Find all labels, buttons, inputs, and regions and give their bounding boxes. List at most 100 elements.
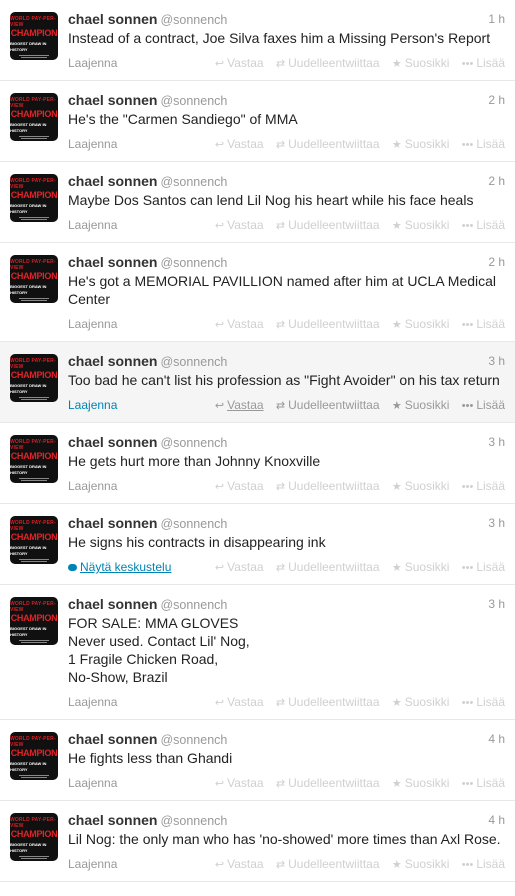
retweet-button[interactable]: ⇄ Uudelleentwiittaa bbox=[276, 397, 380, 414]
reply-button[interactable]: ↩ Vastaa bbox=[215, 136, 264, 153]
more-button[interactable]: ••• Lisää bbox=[462, 559, 505, 576]
more-button[interactable]: ••• Lisää bbox=[462, 217, 505, 234]
more-button[interactable]: ••• Lisää bbox=[462, 397, 505, 414]
expand-link[interactable]: Laajenna bbox=[68, 218, 117, 232]
more-button[interactable]: ••• Lisää bbox=[462, 316, 505, 333]
expand-link[interactable]: Laajenna bbox=[68, 857, 117, 871]
favorite-button[interactable]: ★ Suosikki bbox=[392, 559, 450, 576]
retweet-button[interactable]: ⇄ Uudelleentwiittaa bbox=[276, 136, 380, 153]
tweet-timestamp[interactable]: 2 h bbox=[488, 91, 505, 109]
tweet[interactable]: WORLD PAY-PER-VIEW CHAMPION BIGGEST DRAW… bbox=[0, 720, 515, 801]
reply-button[interactable]: ↩ Vastaa bbox=[215, 694, 264, 711]
tweet[interactable]: WORLD PAY-PER-VIEW CHAMPION BIGGEST DRAW… bbox=[0, 342, 515, 423]
user-handle[interactable]: @sonnench bbox=[160, 517, 227, 531]
retweet-button[interactable]: ⇄ Uudelleentwiittaa bbox=[276, 775, 380, 792]
favorite-button[interactable]: ★ Suosikki bbox=[392, 478, 450, 495]
more-button[interactable]: ••• Lisää bbox=[462, 136, 505, 153]
tweet-timestamp[interactable]: 3 h bbox=[488, 595, 505, 613]
favorite-button[interactable]: ★ Suosikki bbox=[392, 217, 450, 234]
tweet[interactable]: WORLD PAY-PER-VIEW CHAMPION BIGGEST DRAW… bbox=[0, 585, 515, 720]
avatar[interactable]: WORLD PAY-PER-VIEW CHAMPION BIGGEST DRAW… bbox=[10, 732, 58, 780]
tweet[interactable]: WORLD PAY-PER-VIEW CHAMPION BIGGEST DRAW… bbox=[0, 243, 515, 342]
avatar[interactable]: WORLD PAY-PER-VIEW CHAMPION BIGGEST DRAW… bbox=[10, 255, 58, 303]
avatar[interactable]: WORLD PAY-PER-VIEW CHAMPION BIGGEST DRAW… bbox=[10, 435, 58, 483]
retweet-button[interactable]: ⇄ Uudelleentwiittaa bbox=[276, 316, 380, 333]
user-handle[interactable]: @sonnench bbox=[160, 256, 227, 270]
favorite-button[interactable]: ★ Suosikki bbox=[392, 694, 450, 711]
user-name[interactable]: chael sonnen bbox=[68, 254, 157, 270]
expand-link[interactable]: Laajenna bbox=[68, 137, 117, 151]
reply-button[interactable]: ↩ Vastaa bbox=[215, 775, 264, 792]
avatar[interactable]: WORLD PAY-PER-VIEW CHAMPION BIGGEST DRAW… bbox=[10, 516, 58, 564]
expand-link[interactable]: Laajenna bbox=[68, 479, 117, 493]
user-name[interactable]: chael sonnen bbox=[68, 434, 157, 450]
tweet[interactable]: WORLD PAY-PER-VIEW CHAMPION BIGGEST DRAW… bbox=[0, 504, 515, 585]
more-button[interactable]: ••• Lisää bbox=[462, 856, 505, 873]
reply-button[interactable]: ↩ Vastaa bbox=[215, 856, 264, 873]
avatar[interactable]: WORLD PAY-PER-VIEW CHAMPION BIGGEST DRAW… bbox=[10, 174, 58, 222]
favorite-button[interactable]: ★ Suosikki bbox=[392, 397, 450, 414]
tweet-timestamp[interactable]: 3 h bbox=[488, 352, 505, 370]
avatar[interactable]: WORLD PAY-PER-VIEW CHAMPION BIGGEST DRAW… bbox=[10, 354, 58, 402]
reply-button[interactable]: ↩ Vastaa bbox=[215, 217, 264, 234]
user-handle[interactable]: @sonnench bbox=[160, 598, 227, 612]
more-button[interactable]: ••• Lisää bbox=[462, 55, 505, 72]
reply-button[interactable]: ↩ Vastaa bbox=[215, 478, 264, 495]
tweet[interactable]: WORLD PAY-PER-VIEW CHAMPION BIGGEST DRAW… bbox=[0, 801, 515, 882]
expand-link[interactable]: Laajenna bbox=[68, 317, 117, 331]
more-button[interactable]: ••• Lisää bbox=[462, 694, 505, 711]
tweet-timestamp[interactable]: 1 h bbox=[488, 10, 505, 28]
avatar[interactable]: WORLD PAY-PER-VIEW CHAMPION BIGGEST DRAW… bbox=[10, 813, 58, 861]
user-handle[interactable]: @sonnench bbox=[160, 733, 227, 747]
user-name[interactable]: chael sonnen bbox=[68, 515, 157, 531]
user-handle[interactable]: @sonnench bbox=[160, 436, 227, 450]
more-button[interactable]: ••• Lisää bbox=[462, 478, 505, 495]
retweet-button[interactable]: ⇄ Uudelleentwiittaa bbox=[276, 559, 380, 576]
expand-link[interactable]: Laajenna bbox=[68, 56, 117, 70]
reply-button[interactable]: ↩ Vastaa bbox=[215, 559, 264, 576]
reply-button[interactable]: ↩ Vastaa bbox=[215, 316, 264, 333]
user-handle[interactable]: @sonnench bbox=[160, 175, 227, 189]
more-button[interactable]: ••• Lisää bbox=[462, 775, 505, 792]
favorite-button[interactable]: ★ Suosikki bbox=[392, 55, 450, 72]
favorite-button[interactable]: ★ Suosikki bbox=[392, 316, 450, 333]
expand-link[interactable]: Laajenna bbox=[68, 398, 117, 412]
retweet-button[interactable]: ⇄ Uudelleentwiittaa bbox=[276, 856, 380, 873]
show-conversation-link[interactable]: Näytä keskustelu bbox=[68, 560, 171, 574]
favorite-button[interactable]: ★ Suosikki bbox=[392, 136, 450, 153]
user-name[interactable]: chael sonnen bbox=[68, 812, 157, 828]
retweet-button[interactable]: ⇄ Uudelleentwiittaa bbox=[276, 217, 380, 234]
user-name[interactable]: chael sonnen bbox=[68, 173, 157, 189]
expand-link[interactable]: Laajenna bbox=[68, 776, 117, 790]
retweet-button[interactable]: ⇄ Uudelleentwiittaa bbox=[276, 55, 380, 72]
user-name[interactable]: chael sonnen bbox=[68, 92, 157, 108]
user-name[interactable]: chael sonnen bbox=[68, 596, 157, 612]
tweet[interactable]: WORLD PAY-PER-VIEW CHAMPION BIGGEST DRAW… bbox=[0, 0, 515, 81]
favorite-button[interactable]: ★ Suosikki bbox=[392, 856, 450, 873]
tweet-timestamp[interactable]: 4 h bbox=[488, 811, 505, 829]
user-handle[interactable]: @sonnench bbox=[160, 355, 227, 369]
tweet-timestamp[interactable]: 4 h bbox=[488, 730, 505, 748]
user-name[interactable]: chael sonnen bbox=[68, 11, 157, 27]
user-handle[interactable]: @sonnench bbox=[160, 814, 227, 828]
tweet[interactable]: WORLD PAY-PER-VIEW CHAMPION BIGGEST DRAW… bbox=[0, 162, 515, 243]
tweet-timestamp[interactable]: 3 h bbox=[488, 433, 505, 451]
user-handle[interactable]: @sonnench bbox=[160, 13, 227, 27]
retweet-button[interactable]: ⇄ Uudelleentwiittaa bbox=[276, 694, 380, 711]
tweet-timestamp[interactable]: 2 h bbox=[488, 172, 505, 190]
tweet[interactable]: WORLD PAY-PER-VIEW CHAMPION BIGGEST DRAW… bbox=[0, 423, 515, 504]
avatar[interactable]: WORLD PAY-PER-VIEW CHAMPION BIGGEST DRAW… bbox=[10, 597, 58, 645]
user-name[interactable]: chael sonnen bbox=[68, 731, 157, 747]
tweet[interactable]: WORLD PAY-PER-VIEW CHAMPION BIGGEST DRAW… bbox=[0, 81, 515, 162]
tweet-timestamp[interactable]: 3 h bbox=[488, 514, 505, 532]
reply-button[interactable]: ↩ Vastaa bbox=[215, 397, 264, 414]
avatar[interactable]: WORLD PAY-PER-VIEW CHAMPION BIGGEST DRAW… bbox=[10, 12, 58, 60]
favorite-button[interactable]: ★ Suosikki bbox=[392, 775, 450, 792]
tweet-timestamp[interactable]: 2 h bbox=[488, 253, 505, 271]
reply-button[interactable]: ↩ Vastaa bbox=[215, 55, 264, 72]
user-name[interactable]: chael sonnen bbox=[68, 353, 157, 369]
avatar[interactable]: WORLD PAY-PER-VIEW CHAMPION BIGGEST DRAW… bbox=[10, 93, 58, 141]
user-handle[interactable]: @sonnench bbox=[160, 94, 227, 108]
retweet-button[interactable]: ⇄ Uudelleentwiittaa bbox=[276, 478, 380, 495]
expand-link[interactable]: Laajenna bbox=[68, 695, 117, 709]
